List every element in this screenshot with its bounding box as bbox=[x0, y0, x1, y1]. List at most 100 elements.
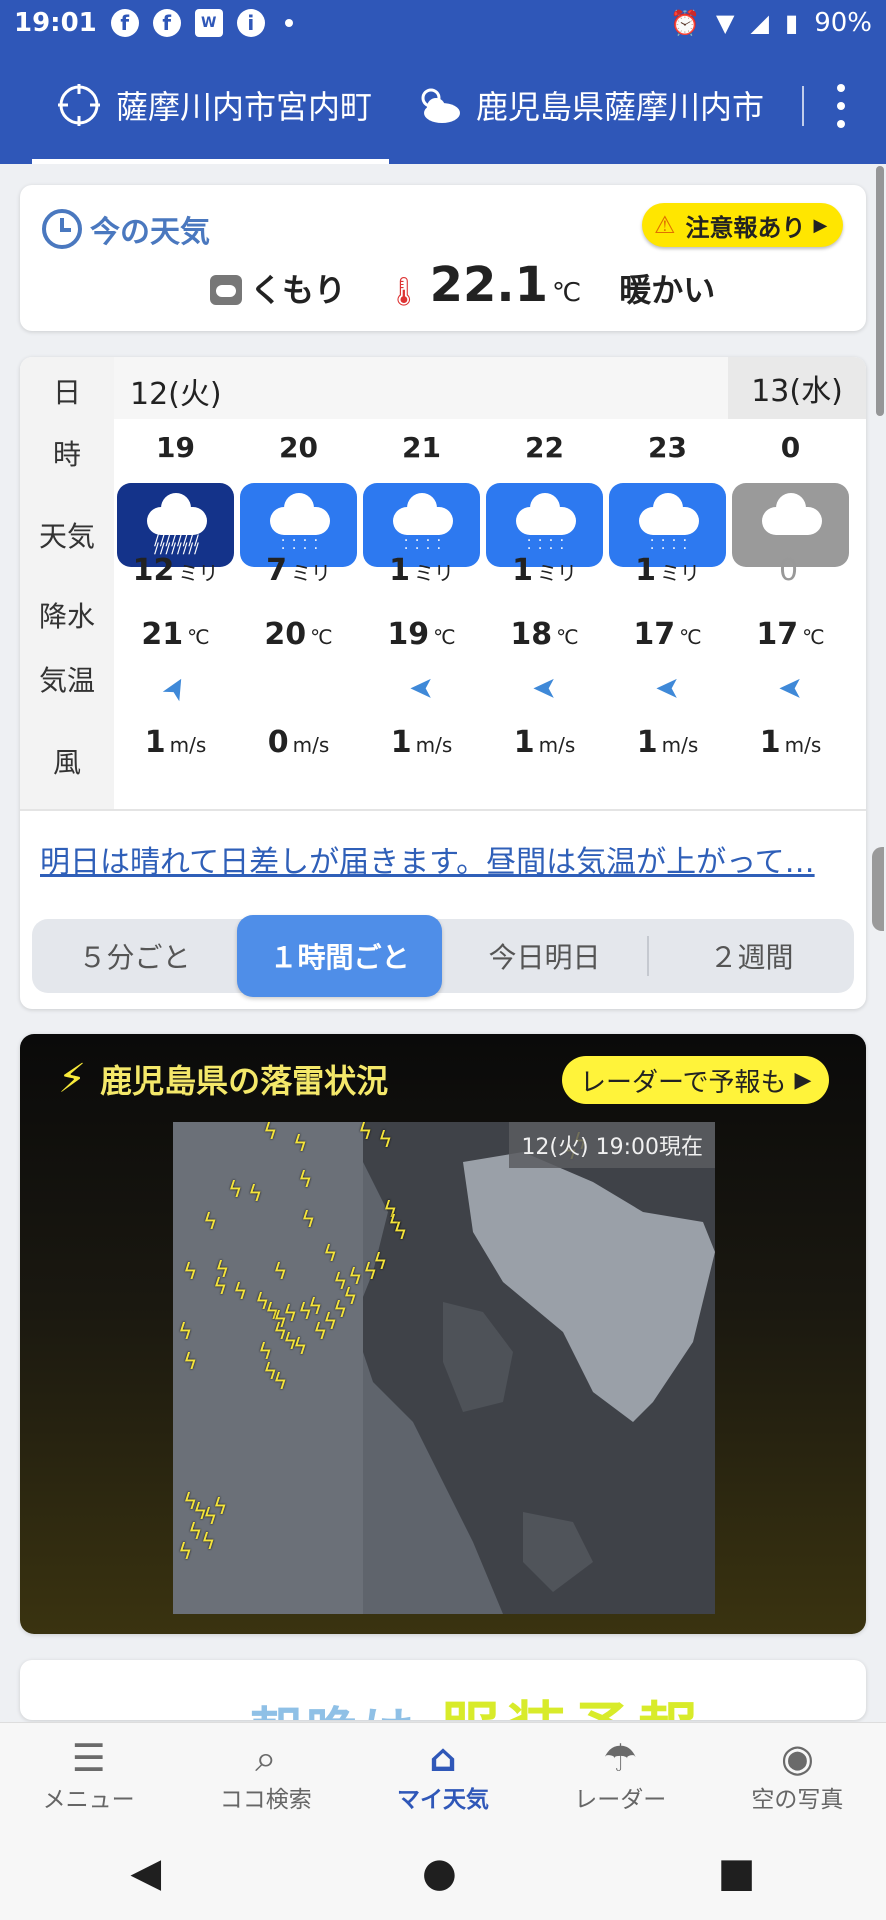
facebook-icon: f bbox=[152, 9, 181, 37]
row-label-wind: 風 bbox=[52, 746, 81, 779]
cloudy-icon bbox=[210, 275, 242, 305]
hour-label: 22 bbox=[525, 431, 564, 464]
precip-amount: 1 bbox=[512, 553, 533, 588]
tab-today-tomorrow[interactable]: 今日明日 bbox=[442, 919, 647, 993]
search-icon: ⌕ bbox=[255, 1735, 277, 1780]
row-label-temp: 気温 bbox=[38, 664, 95, 697]
nav-my-weather[interactable]: ⌂ マイ天気 bbox=[354, 1723, 531, 1826]
hourly-forecast-card: 日 時 天気 降水 気温 風 12(火) 13(水) 19 ///////////… bbox=[20, 357, 884, 1009]
hour-column: 21 · · · · · · · · 1 ミリ 19 ℃ ➤ 1 m/s bbox=[360, 419, 483, 809]
temp-amount: 18 bbox=[510, 617, 553, 652]
hour-label: 19 bbox=[156, 431, 195, 464]
nav-search[interactable]: ⌕ ココ検索 bbox=[177, 1723, 354, 1826]
precip-unit: ミリ bbox=[413, 561, 454, 585]
wind-unit: m/s bbox=[538, 733, 576, 757]
precip-unit: ミリ bbox=[290, 561, 331, 585]
info-icon: i bbox=[236, 9, 265, 37]
lightning-strike-icon: ϟ bbox=[183, 1350, 198, 1375]
back-icon[interactable]: ◀ bbox=[130, 1850, 161, 1896]
advisory-badge[interactable]: ⚠ 注意報あり ▶ bbox=[642, 203, 844, 247]
lightning-strike-icon: ϟ bbox=[298, 1168, 313, 1193]
bottom-navigation: ☰ メニュー ⌕ ココ検索 ⌂ マイ天気 ☂ レーダー ◉ 空の写真 bbox=[0, 1722, 886, 1826]
tab-saved-location[interactable]: 鹿児島県薩摩川内市 bbox=[414, 46, 764, 164]
day-label-today: 12(火) bbox=[130, 377, 222, 412]
signal-icon: ◢ bbox=[750, 9, 769, 37]
alarm-icon: ⏰ bbox=[670, 9, 701, 37]
nav-radar-label: レーダー bbox=[574, 1786, 667, 1813]
current-weather-title: 今の天気 bbox=[42, 207, 210, 251]
tab-2weeks[interactable]: ２週間 bbox=[649, 919, 854, 993]
battery-level: 90% bbox=[814, 8, 872, 38]
hour-label: 21 bbox=[402, 431, 441, 464]
precip-value: 0 bbox=[729, 553, 852, 588]
temp-value: 17 ℃ bbox=[729, 617, 852, 652]
lightning-strike-icon: ϟ bbox=[178, 1540, 193, 1565]
recents-icon[interactable]: ■ bbox=[718, 1850, 756, 1896]
raindrops: · · · · · · · · bbox=[403, 533, 443, 557]
location-header: 薩摩川内市宮内町 鹿児島県薩摩川内市 bbox=[0, 46, 886, 164]
temp-value: 20 ℃ bbox=[237, 617, 360, 652]
lightning-strike-icon: ϟ bbox=[293, 1132, 308, 1157]
chevron-right-icon: ▶ bbox=[813, 214, 828, 236]
wind-value: 1 m/s bbox=[483, 725, 606, 760]
tab-5min[interactable]: ５分ごと bbox=[32, 919, 237, 993]
clothing-forecast-banner[interactable]: 朝晩は 服装予報 bbox=[20, 1660, 866, 1720]
wind-unit: m/s bbox=[661, 733, 699, 757]
raindrops: //////////////// bbox=[154, 533, 200, 557]
temp-unit: ℃ bbox=[802, 625, 825, 649]
more-options-icon[interactable] bbox=[826, 84, 856, 128]
saved-location-label: 鹿児島県薩摩川内市 bbox=[476, 88, 765, 126]
next-hour-partial bbox=[872, 847, 884, 931]
home-button-icon[interactable]: ● bbox=[422, 1850, 457, 1896]
precip-amount: 12 bbox=[132, 553, 175, 588]
precip-unit: ミリ bbox=[536, 561, 577, 585]
lightning-strike-icon: ϟ bbox=[393, 1220, 408, 1245]
precip-amount: 0 bbox=[778, 553, 799, 588]
wind-unit: m/s bbox=[169, 733, 207, 757]
precip-unit: ミリ bbox=[178, 561, 219, 585]
lightning-strike-icon: ϟ bbox=[308, 1295, 323, 1320]
wind-speed: 0 bbox=[267, 725, 289, 760]
sun-cloud-icon bbox=[421, 88, 460, 123]
lightning-strike-icon: ϟ bbox=[273, 1260, 288, 1285]
wind-direction-icon: ➤ bbox=[777, 671, 804, 706]
temp-amount: 17 bbox=[756, 617, 799, 652]
wind-direction-icon: ➤ bbox=[408, 671, 435, 706]
precip-value: 1 ミリ bbox=[483, 553, 606, 588]
row-label-weather: 天気 bbox=[38, 520, 95, 553]
header-divider bbox=[802, 86, 804, 126]
nav-sky-photos[interactable]: ◉ 空の写真 bbox=[709, 1723, 886, 1826]
lightning-strike-icon: ϟ bbox=[263, 1122, 278, 1145]
precip-unit: ミリ bbox=[659, 561, 700, 585]
temp-value: 17 ℃ bbox=[606, 617, 729, 652]
active-tab-indicator bbox=[32, 159, 389, 164]
hour-label: 20 bbox=[279, 431, 318, 464]
nav-radar[interactable]: ☂ レーダー bbox=[532, 1723, 709, 1826]
temp-unit: ℃ bbox=[556, 625, 579, 649]
tab-current-location[interactable]: 薩摩川内市宮内町 bbox=[56, 46, 372, 164]
lightning-strike-icon: ϟ bbox=[343, 1285, 358, 1310]
radar-forecast-button[interactable]: レーダーで予報も ▶ bbox=[562, 1056, 830, 1104]
clock-icon bbox=[42, 209, 82, 249]
scrollbar[interactable] bbox=[876, 166, 884, 416]
weathernews-icon: W bbox=[194, 9, 223, 37]
wind-speed: 1 bbox=[759, 725, 781, 760]
condition-text: くもり bbox=[250, 271, 347, 309]
current-location-label: 薩摩川内市宮内町 bbox=[116, 88, 373, 126]
forecast-summary-link[interactable]: 明日は晴れて日差しが届きます。昼間は気温が上がって… bbox=[40, 837, 850, 881]
nav-menu[interactable]: ☰ メニュー bbox=[0, 1723, 177, 1826]
forecast-divider bbox=[20, 809, 866, 811]
raindrops: · · · · · · · · bbox=[526, 533, 566, 557]
wind-speed: 1 bbox=[144, 725, 166, 760]
lightning-strike-icon: ϟ bbox=[213, 1495, 228, 1520]
temp-value: 19 ℃ bbox=[360, 617, 483, 652]
facebook-icon: f bbox=[110, 9, 139, 37]
lightning-map[interactable]: ϟϟϟϟϟϟϟϟϟϟϟϟϟϟϟϟϟϟϟϟϟϟϟϟϟϟϟϟϟϟϟϟϟϟϟϟϟϟϟϟ… bbox=[173, 1122, 715, 1614]
warning-icon: ⚠ bbox=[654, 211, 676, 239]
lightning-strike-icon: ϟ bbox=[358, 1122, 373, 1145]
status-bar: 19:01 f f W i ⏰ ▼ ◢ ▮ 90% bbox=[0, 0, 886, 46]
tab-hourly[interactable]: １時間ごと bbox=[237, 915, 442, 997]
wind-direction-icon: ➤ bbox=[654, 671, 681, 706]
battery-icon: ▮ bbox=[784, 9, 799, 37]
lightning-icon: ⚡ bbox=[58, 1056, 87, 1102]
